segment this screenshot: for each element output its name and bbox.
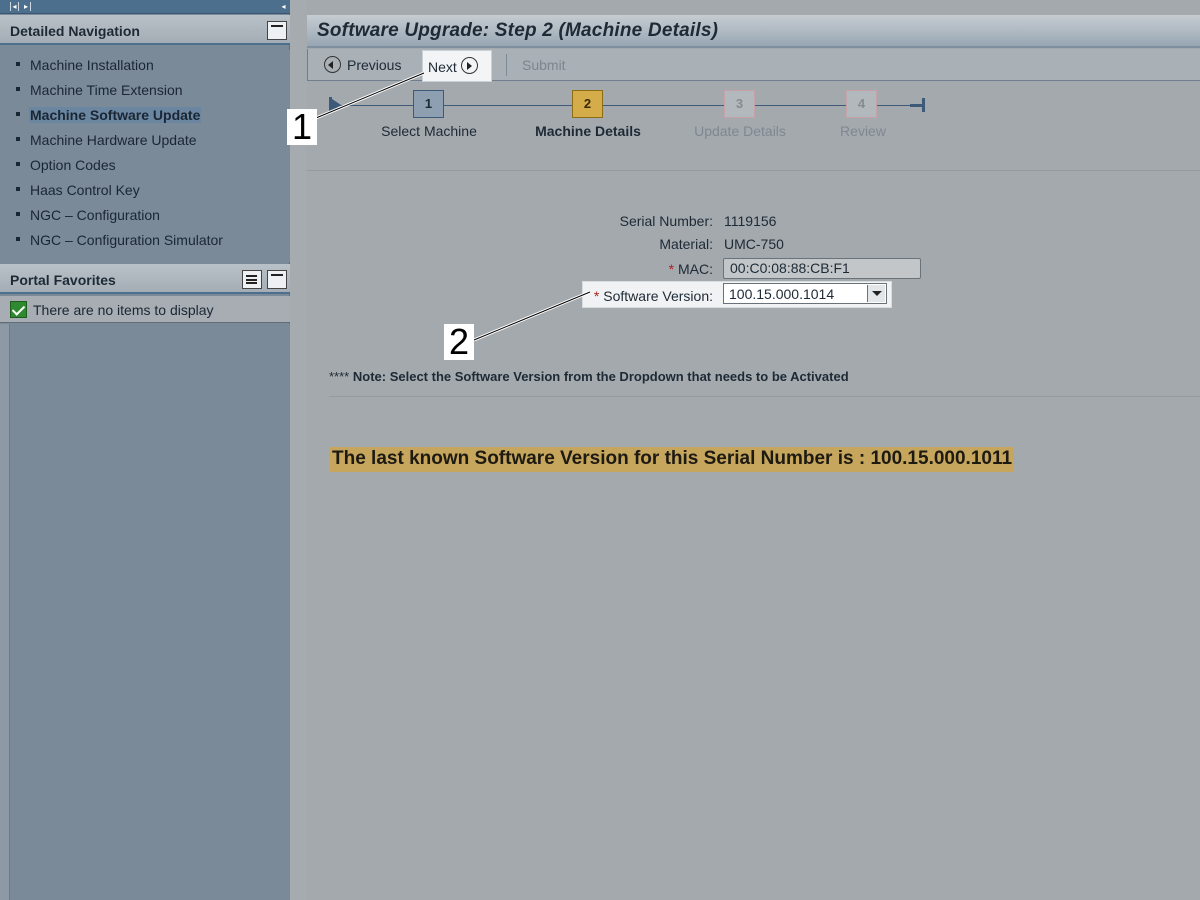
step-roadmap: 1 Select Machine 2 Machine Details 3 Upd… (327, 88, 927, 148)
software-version-dropdown[interactable]: 100.15.000.1014 (723, 283, 887, 304)
left-panel-body (0, 324, 290, 900)
callout-number-1: 1 (287, 109, 317, 145)
callout-number-2: 2 (444, 324, 474, 360)
detailed-navigation-title: Detailed Navigation (10, 23, 140, 39)
scroll-left-icon[interactable]: ◂ (10, 2, 19, 11)
bullet-icon (16, 87, 20, 91)
note-divider (329, 396, 1200, 397)
step-1-label[interactable]: Select Machine (381, 123, 477, 139)
nav-item-label: NGC – Configuration Simulator (30, 232, 223, 248)
toolbar-separator (506, 54, 507, 76)
minimize-icon[interactable] (267, 270, 287, 289)
list-menu-icon[interactable] (242, 270, 262, 289)
bullet-icon (16, 62, 20, 66)
checkmark-icon (10, 301, 27, 318)
material-label: Material: (659, 236, 713, 252)
mac-label: MAC: (678, 261, 713, 277)
nav-item-label: Option Codes (30, 157, 116, 173)
next-button[interactable]: Next (422, 50, 492, 82)
step-4-box: 4 (846, 90, 877, 118)
required-marker: * (668, 261, 675, 277)
nav-item-label: Machine Time Extension (30, 82, 183, 98)
bullet-icon (16, 112, 20, 116)
bullet-icon (16, 162, 20, 166)
previous-arrow-icon (324, 56, 341, 73)
empty-message: There are no items to display (33, 302, 214, 318)
previous-label: Previous (347, 57, 402, 73)
portal-favorites-empty: There are no items to display (0, 296, 290, 323)
top-strip: ◂ ▸ ◂ (0, 0, 290, 14)
portal-favorites-header: Portal Favorites (0, 264, 290, 294)
main-content: Software Upgrade: Step 2 (Machine Detail… (290, 0, 1200, 900)
nav-item-label: Machine Hardware Update (30, 132, 197, 148)
last-known-version-banner: The last known Software Version for this… (330, 447, 1015, 472)
nav-item-label: Haas Control Key (30, 182, 140, 198)
next-arrow-icon (461, 57, 478, 74)
mac-label-group: * MAC: (590, 261, 713, 277)
detailed-navigation-header: Detailed Navigation (0, 15, 290, 45)
software-version-label: Software Version: (603, 288, 713, 304)
required-marker: * (593, 288, 600, 304)
step-4-label: Review (840, 123, 886, 139)
page-title: Software Upgrade: Step 2 (Machine Detail… (317, 20, 719, 41)
submit-label: Submit (522, 57, 566, 73)
software-version-label-group: * Software Version: (588, 288, 713, 304)
software-version-value: 100.15.000.1014 (729, 286, 835, 302)
serial-number-value: 1119156 (724, 213, 777, 229)
portal-favorites-title: Portal Favorites (10, 272, 116, 288)
roadmap-end-tick (910, 104, 922, 107)
step-3-label: Update Details (694, 123, 786, 139)
bullet-icon (16, 237, 20, 241)
note-text: **** Note: Select the Software Version f… (329, 369, 849, 384)
step-2-box[interactable]: 2 (572, 90, 603, 118)
next-label: Next (428, 59, 457, 75)
bullet-icon (16, 212, 20, 216)
section-divider (307, 170, 1200, 171)
bullet-icon (16, 187, 20, 191)
step-3-box: 3 (724, 90, 755, 118)
toolbar: Previous Next Submit (307, 49, 1200, 82)
note-stars: **** (329, 369, 350, 384)
roadmap-end-bar (922, 98, 925, 112)
note-message: Note: Select the Software Version from t… (352, 369, 849, 384)
step-2-label[interactable]: Machine Details (535, 123, 641, 139)
bullet-icon (16, 137, 20, 141)
left-panel: ◂ ▸ ◂ Detailed Navigation Machine Instal… (0, 0, 290, 900)
left-panel-gutter (0, 324, 10, 900)
nav-item-label: NGC – Configuration (30, 207, 160, 223)
collapse-panel-icon[interactable]: ◂ (279, 2, 288, 11)
scroll-right-icon[interactable]: ▸ (22, 2, 31, 11)
nav-item-label: Machine Installation (30, 57, 154, 73)
detailed-navigation-list: Machine Installation Machine Time Extens… (0, 50, 290, 262)
minimize-icon[interactable] (267, 21, 287, 40)
title-bar: Software Upgrade: Step 2 (Machine Detail… (307, 15, 1200, 48)
serial-number-label: Serial Number: (619, 213, 713, 229)
chevron-down-icon[interactable] (867, 285, 885, 302)
step-1-box[interactable]: 1 (413, 90, 444, 118)
mac-field[interactable]: 00:C0:08:88:CB:F1 (723, 258, 921, 279)
material-value: UMC-750 (724, 236, 784, 252)
nav-item-label: Machine Software Update (29, 107, 202, 123)
